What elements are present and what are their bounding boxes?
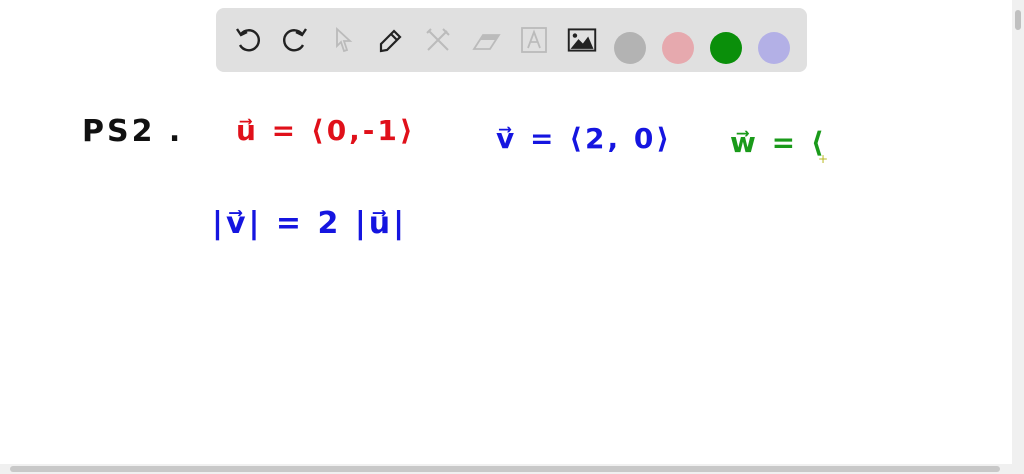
horizontal-scroll-thumb[interactable] [10, 466, 1000, 472]
pen-button[interactable] [374, 24, 406, 56]
tools-icon [426, 28, 450, 51]
vertical-scroll-thumb[interactable] [1015, 10, 1021, 30]
undo-button[interactable] [232, 24, 264, 56]
tools-button[interactable] [422, 24, 454, 56]
w-vector-equation: w⃗ = ⟨ [730, 126, 827, 159]
image-button[interactable] [566, 24, 598, 56]
horizontal-scrollbar[interactable] [0, 464, 1024, 474]
select-icon [336, 26, 353, 53]
pen-icon [379, 29, 402, 53]
toolbar [216, 8, 807, 72]
color-swatch-pink[interactable] [662, 32, 694, 64]
eraser-button[interactable] [470, 24, 502, 56]
redo-button[interactable] [279, 24, 311, 56]
color-swatch-lavender[interactable] [758, 32, 790, 64]
v-vector-equation: v⃗ = ⟨2, 0⟩ [496, 122, 673, 155]
u-vector-equation: u⃗ = ⟨0,-1⟩ [236, 114, 416, 147]
text-button[interactable] [518, 24, 550, 56]
image-icon [567, 28, 597, 52]
text-icon [521, 27, 547, 53]
redo-icon [283, 28, 307, 52]
crosshair-cursor-icon: + [818, 152, 829, 166]
problem-label: PS2 . [82, 114, 184, 149]
vertical-scrollbar[interactable] [1012, 0, 1024, 464]
color-swatch-gray[interactable] [614, 32, 646, 64]
select-button[interactable] [327, 24, 359, 56]
color-swatch-green[interactable] [710, 32, 742, 64]
undo-icon [236, 28, 260, 52]
magnitude-equation: |v⃗| = 2 |u⃗| [212, 206, 408, 241]
eraser-icon [472, 34, 501, 50]
